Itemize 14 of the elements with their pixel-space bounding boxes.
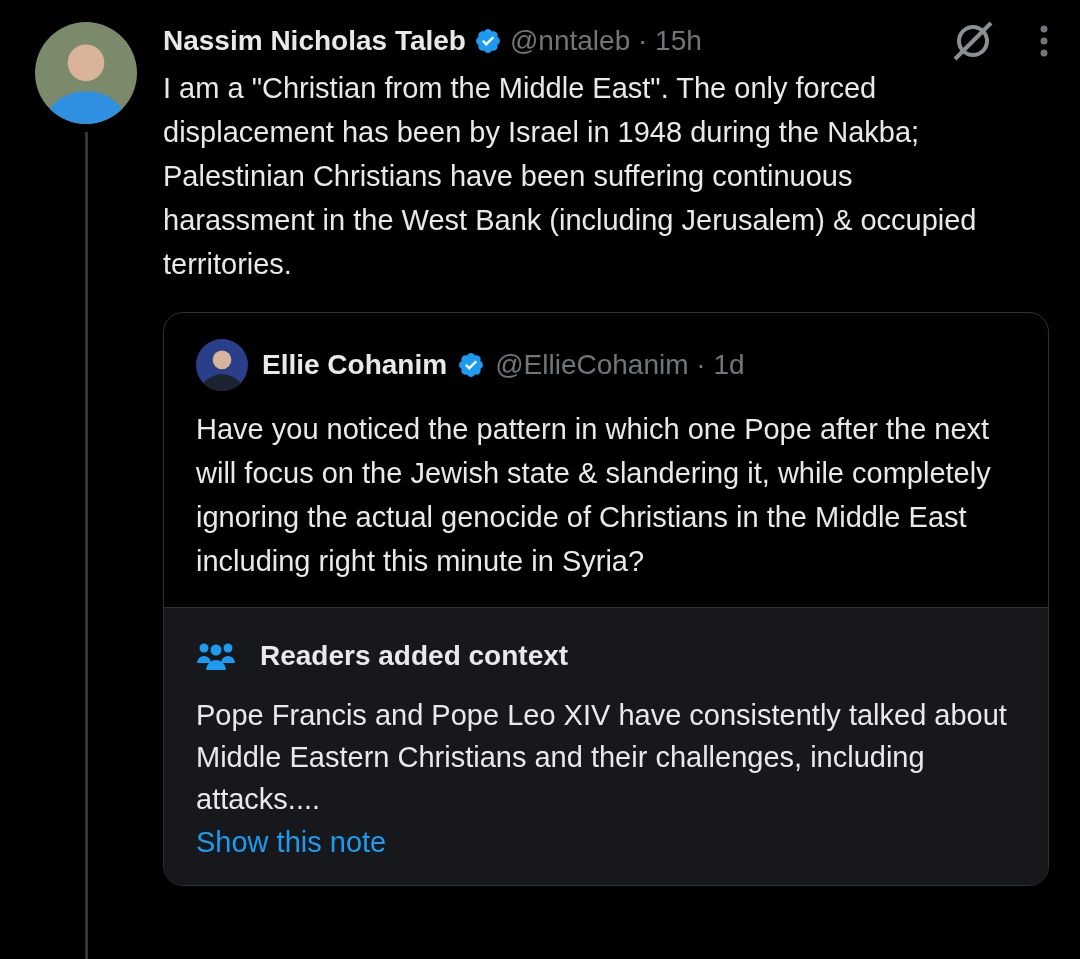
show-note-link[interactable]: Show this note — [196, 826, 387, 859]
more-icon[interactable] — [1039, 24, 1049, 58]
note-title: Readers added context — [260, 640, 569, 672]
note-text: Pope Francis and Pope Leo XIV have consistently talked about Middle Eastern Christians and their challenges, including attacks.... — [196, 698, 1008, 817]
quoted-post-card[interactable] — [163, 312, 1049, 886]
slashed-circle-icon[interactable] — [951, 19, 995, 63]
people-icon — [196, 641, 236, 671]
post-meta: @nntaleb · 15h — [509, 25, 702, 57]
author-name[interactable]: Nassim Nicholas Taleb — [163, 25, 466, 57]
quoted-post-text: Have you noticed the pattern in which one Pope after the next will focus on the Jewish state & slandering it, while completely ignoring the actual genocide of Christians in the Middle East including right this minute in Syria? — [196, 412, 992, 579]
post-meta: @EllieCohanim · 1d — [495, 349, 745, 381]
post-text: I am a "Christian from the Middle East". The only forced displacement has been by Israel in 1948 during the Nakba; Palestinian Christians have been suffering continuous harassment in the West Bank (including Jerusalem) & occupied territories. — [163, 71, 978, 282]
avatar[interactable] — [196, 339, 248, 391]
author-name[interactable]: Ellie Cohanim — [262, 349, 448, 381]
